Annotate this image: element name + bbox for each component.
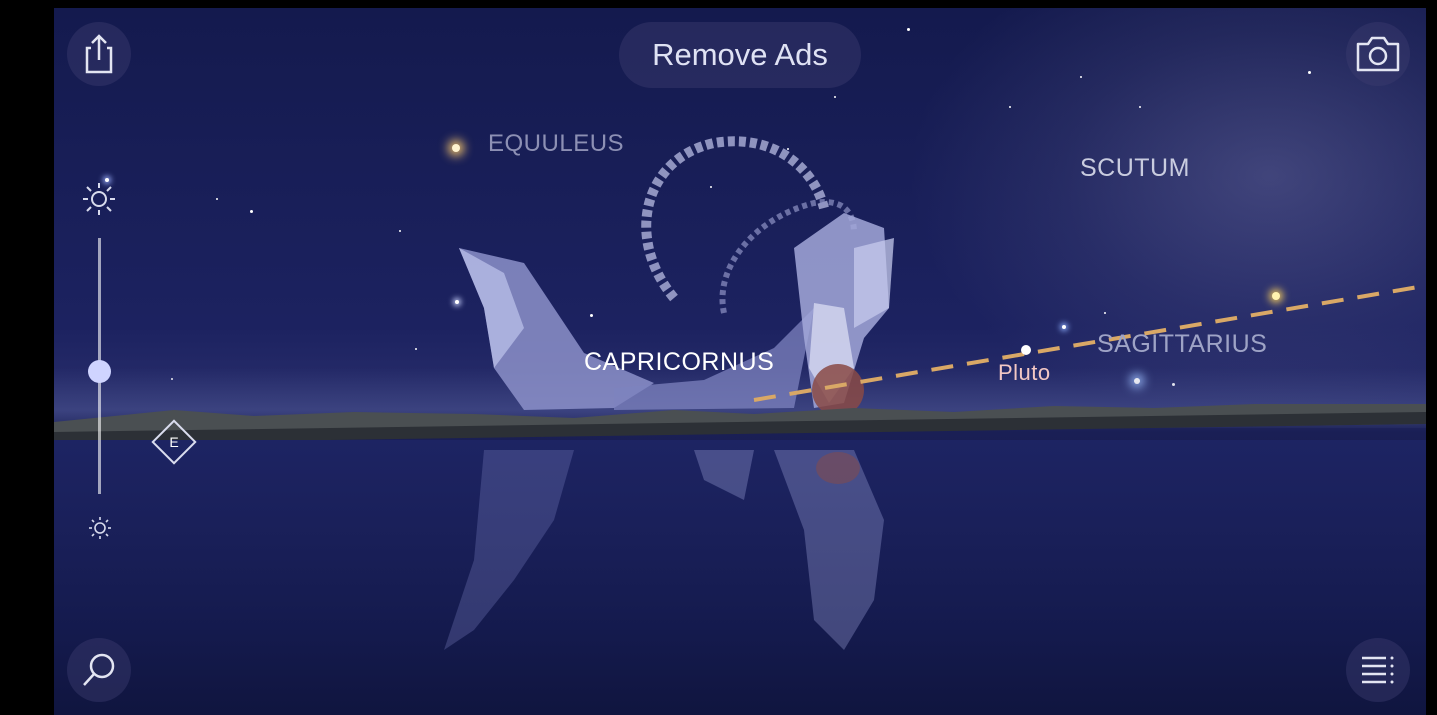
sky-view[interactable]: EQUULEUS SCUTUM SAGITTARIUS CAPRICORNUS … (54, 8, 1426, 715)
camera-button[interactable] (1346, 22, 1410, 86)
camera-icon (1356, 36, 1400, 72)
menu-button[interactable] (1346, 638, 1410, 702)
brightness-slider-knob[interactable] (88, 359, 111, 383)
sun-small-icon (89, 517, 111, 539)
device-frame: EQUULEUS SCUTUM SAGITTARIUS CAPRICORNUS … (0, 0, 1437, 715)
horizon-ground (54, 404, 1426, 444)
reflection (444, 450, 884, 650)
label-equuleus[interactable]: EQUULEUS (488, 130, 624, 158)
share-icon (85, 34, 113, 74)
water-reflection (54, 440, 1426, 715)
menu-icon (1362, 656, 1394, 684)
label-capricornus[interactable]: CAPRICORNUS (584, 348, 774, 377)
sun-icon (83, 183, 115, 215)
search-button[interactable] (67, 638, 131, 702)
label-scutum[interactable]: SCUTUM (1080, 154, 1190, 183)
compass-direction: E (169, 434, 179, 450)
label-sagittarius[interactable]: SAGITTARIUS (1097, 330, 1267, 359)
label-pluto[interactable]: Pluto (998, 360, 1051, 386)
share-button[interactable] (67, 22, 131, 86)
remove-ads-button[interactable]: Remove Ads (619, 22, 861, 88)
search-icon (83, 653, 115, 686)
